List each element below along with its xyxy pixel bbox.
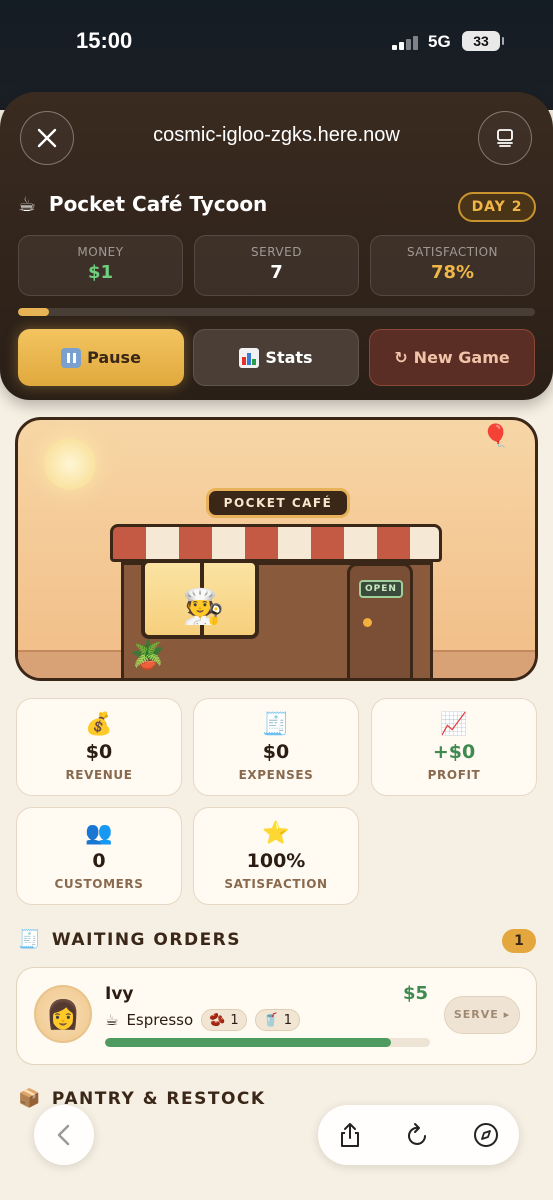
cafe-sign: POCKET CAFÉ: [206, 488, 350, 518]
pantry-title: PANTRY & RESTOCK: [51, 1088, 266, 1109]
reload-icon: [408, 1123, 426, 1145]
metric-value: 78%: [430, 262, 475, 283]
awning: [110, 524, 442, 562]
money-metric: MONEY $1: [18, 235, 183, 296]
close-icon: [37, 128, 57, 148]
back-button[interactable]: [34, 1105, 94, 1165]
chevron-left-icon: [57, 1124, 70, 1146]
cafe-door: OPEN: [347, 563, 413, 678]
cafe-window: 🧑‍🍳: [141, 559, 259, 639]
bar-chart-icon: [239, 347, 260, 368]
browser-toolbar: [318, 1105, 519, 1165]
receipt-icon: 🧾: [18, 929, 42, 950]
chart-up-icon: 📈: [440, 711, 468, 737]
game-title-text: Pocket Café Tycoon: [48, 192, 268, 216]
game-title: ☕ Pocket Café Tycoon: [18, 192, 267, 216]
reload-button[interactable]: [403, 1120, 433, 1150]
customers-card: 👥 0 CUSTOMERS: [16, 807, 182, 905]
ingredient-qty: 1: [230, 1012, 239, 1028]
cafe-sign-text: POCKET CAFÉ: [223, 496, 333, 510]
card-label: EXPENSES: [238, 768, 314, 782]
battery-icon: 33: [462, 31, 504, 51]
stats-button[interactable]: Stats: [193, 329, 359, 386]
revenue-card: 💰 $0 REVENUE: [16, 698, 182, 796]
signal-icon: [392, 34, 420, 50]
ingredient-chip-cup: 🥤 1: [254, 1009, 301, 1031]
cup-icon: 🥤: [262, 1012, 279, 1028]
cafe-scene: 🎈 POCKET CAFÉ 🧑‍🍳 OPEN 🪴: [15, 417, 538, 681]
satisfaction-card: ⭐ 100% SATISFACTION: [193, 807, 359, 905]
new-game-button[interactable]: ↻ New Game: [369, 329, 535, 386]
network-label: 5G: [428, 32, 451, 51]
card-label: CUSTOMERS: [54, 877, 144, 891]
customer-avatar: 👩: [34, 985, 92, 1043]
card-value: 100%: [246, 850, 306, 872]
card-label: REVENUE: [65, 768, 133, 782]
star-icon: ⭐: [262, 820, 290, 846]
card-label: SATISFACTION: [224, 877, 328, 891]
share-icon: [341, 1123, 359, 1147]
ingredient-chip-beans: 🫘 1: [201, 1009, 247, 1031]
day-badge: DAY 2: [458, 192, 536, 222]
satisfaction-metric: SATISFACTION 78%: [370, 235, 535, 296]
card-label: PROFIT: [427, 768, 481, 782]
drink-name: Espresso: [126, 1011, 194, 1029]
plant-icon: 🪴: [130, 638, 165, 671]
card-value: +$0: [432, 741, 476, 763]
compass-icon: [474, 1123, 498, 1147]
receipt-icon: 🧾: [262, 711, 290, 737]
refresh-icon: ↻: [394, 348, 408, 367]
door-knob: [363, 618, 372, 627]
status-bar: 15:00 5G 33: [0, 24, 553, 64]
pause-button[interactable]: Pause: [18, 329, 184, 386]
game-header-panel: cosmic-igloo-zgks.here.now ☕ Pocket Café…: [0, 92, 553, 400]
metric-value: 7: [270, 262, 283, 283]
ingredient-qty: 1: [283, 1012, 293, 1028]
card-value: $0: [85, 741, 113, 763]
patience-fill: [105, 1038, 391, 1047]
browser-url: cosmic-igloo-zgks.here.now: [153, 124, 400, 146]
balloon-icon: 🎈: [482, 424, 510, 449]
open-sign: OPEN: [359, 580, 403, 598]
waiting-orders-heading: 🧾 WAITING ORDERS: [18, 929, 241, 950]
tabs-icon: [497, 129, 513, 147]
coffee-cup-icon: ☕: [105, 1011, 119, 1029]
card-value: $0: [262, 741, 290, 763]
sun-icon: [44, 438, 96, 490]
chef-icon: 🧑‍🍳: [182, 587, 225, 627]
serve-button[interactable]: SERVE ▸: [444, 996, 520, 1034]
people-icon: 👥: [85, 820, 113, 846]
status-time: 15:00: [76, 28, 133, 53]
metric-label: SATISFACTION: [406, 245, 499, 259]
new-game-label: New Game: [413, 348, 510, 367]
expenses-card: 🧾 $0 EXPENSES: [193, 698, 359, 796]
drink-row: ☕ Espresso 🫘 1 🥤 1: [105, 1008, 301, 1032]
close-button[interactable]: [20, 111, 74, 165]
compass-button[interactable]: [471, 1120, 501, 1150]
patience-bar: [105, 1038, 430, 1047]
day-progress-fill: [18, 308, 50, 316]
share-button[interactable]: [335, 1120, 365, 1150]
served-metric: SERVED 7: [194, 235, 359, 296]
order-price: $5: [403, 983, 429, 1004]
waiting-orders-title: WAITING ORDERS: [51, 929, 242, 950]
profit-card: 📈 +$0 PROFIT: [371, 698, 537, 796]
pause-label: Pause: [87, 348, 141, 367]
day-progress-bar: [18, 308, 535, 316]
money-bag-icon: 💰: [85, 711, 113, 737]
metric-label: SERVED: [251, 245, 302, 259]
pause-icon: [61, 347, 82, 368]
card-value: 0: [92, 850, 106, 872]
order-count-badge: 1: [502, 929, 536, 953]
customer-name: Ivy: [105, 984, 134, 1004]
stats-label: Stats: [265, 348, 313, 367]
metric-value: $1: [87, 262, 114, 283]
coffee-cup-icon: ☕: [18, 192, 36, 216]
coffee-beans-icon: 🫘: [209, 1012, 226, 1028]
tabs-button[interactable]: [478, 111, 532, 165]
order-card: 👩 Ivy $5 ☕ Espresso 🫘 1 🥤 1 SERVE ▸: [16, 967, 537, 1065]
box-icon: 📦: [18, 1088, 42, 1109]
metric-label: MONEY: [77, 245, 124, 259]
